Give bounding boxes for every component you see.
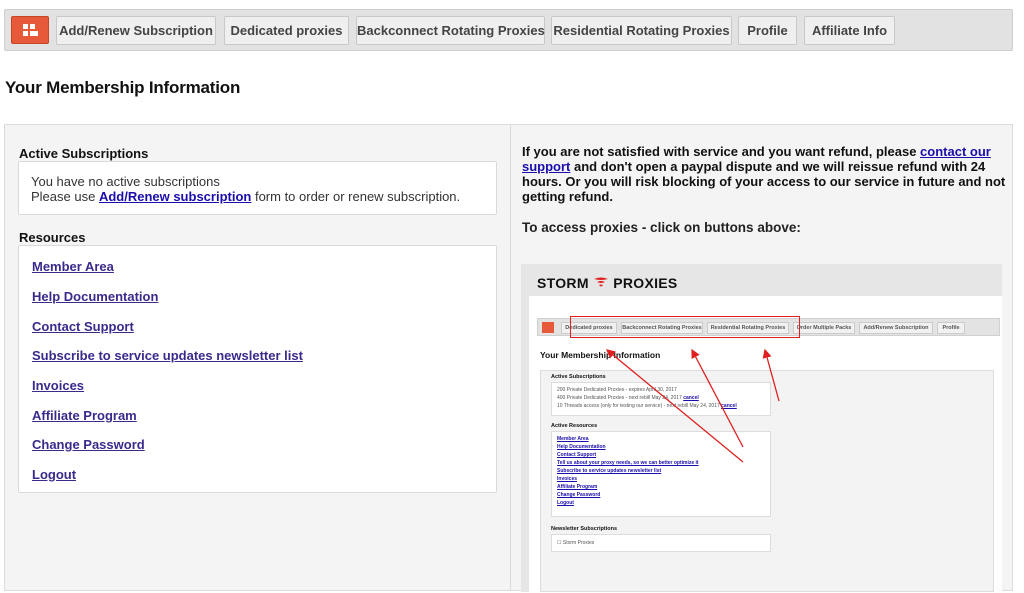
active-subscriptions-box: You have no active subscriptions Please … bbox=[18, 161, 497, 215]
subscription-hint: Please use Add/Renew subscription form t… bbox=[31, 189, 460, 204]
member-area-link[interactable]: Member Area bbox=[32, 259, 114, 274]
refund-prefix: If you are not satisfied with service an… bbox=[522, 144, 921, 159]
top-navigation: Add/Renew Subscription Dedicated proxies… bbox=[4, 9, 1013, 51]
page-title: Your Membership Information bbox=[5, 78, 241, 97]
resources-box: Member Area Help Documentation Contact S… bbox=[18, 245, 497, 493]
annotation-arrows bbox=[605, 348, 780, 463]
add-renew-subscription-link[interactable]: Add/Renew subscription bbox=[99, 189, 251, 204]
newsletter-subscribe-link[interactable]: Subscribe to service updates newsletter … bbox=[32, 348, 303, 363]
dashboard-icon[interactable] bbox=[11, 16, 49, 44]
tab-dedicated-proxies[interactable]: Dedicated proxies bbox=[224, 16, 349, 45]
no-subscriptions-text: You have no active subscriptions bbox=[31, 174, 220, 189]
refund-suffix: and don't open a paypal dispute and we w… bbox=[522, 159, 1006, 204]
affiliate-program-link[interactable]: Affiliate Program bbox=[32, 408, 137, 423]
invoices-link[interactable]: Invoices bbox=[32, 378, 84, 393]
contact-support-link[interactable]: Contact Support bbox=[32, 319, 134, 334]
membership-panel: Active Subscriptions You have no active … bbox=[4, 124, 1013, 592]
access-proxies-title: To access proxies - click on buttons abo… bbox=[522, 220, 801, 235]
arrow-to-backconnect bbox=[691, 348, 744, 448]
tab-profile[interactable]: Profile bbox=[738, 16, 797, 45]
arrow-to-dedicated bbox=[605, 349, 744, 463]
resources-title: Resources bbox=[19, 230, 86, 245]
refund-notice: If you are not satisfied with service an… bbox=[522, 144, 1007, 204]
tab-residential-rotating-proxies[interactable]: Residential Rotating Proxies bbox=[551, 16, 732, 45]
column-divider bbox=[510, 125, 511, 590]
help-documentation-link[interactable]: Help Documentation bbox=[32, 289, 158, 304]
hint-prefix: Please use bbox=[31, 189, 99, 204]
hint-suffix: form to order or renew subscription. bbox=[251, 189, 461, 204]
change-password-link[interactable]: Change Password bbox=[32, 437, 145, 452]
arrow-to-residential bbox=[762, 348, 780, 402]
instruction-screenshot: STORM PROXIES Dedicated proxies Backconn… bbox=[521, 264, 1002, 592]
tab-backconnect-rotating-proxies[interactable]: Backconnect Rotating Proxies bbox=[356, 16, 545, 45]
tab-affiliate-info[interactable]: Affiliate Info bbox=[804, 16, 895, 45]
tab-add-renew-subscription[interactable]: Add/Renew Subscription bbox=[56, 16, 216, 45]
logout-link[interactable]: Logout bbox=[32, 467, 76, 482]
active-subscriptions-title: Active Subscriptions bbox=[19, 146, 149, 161]
